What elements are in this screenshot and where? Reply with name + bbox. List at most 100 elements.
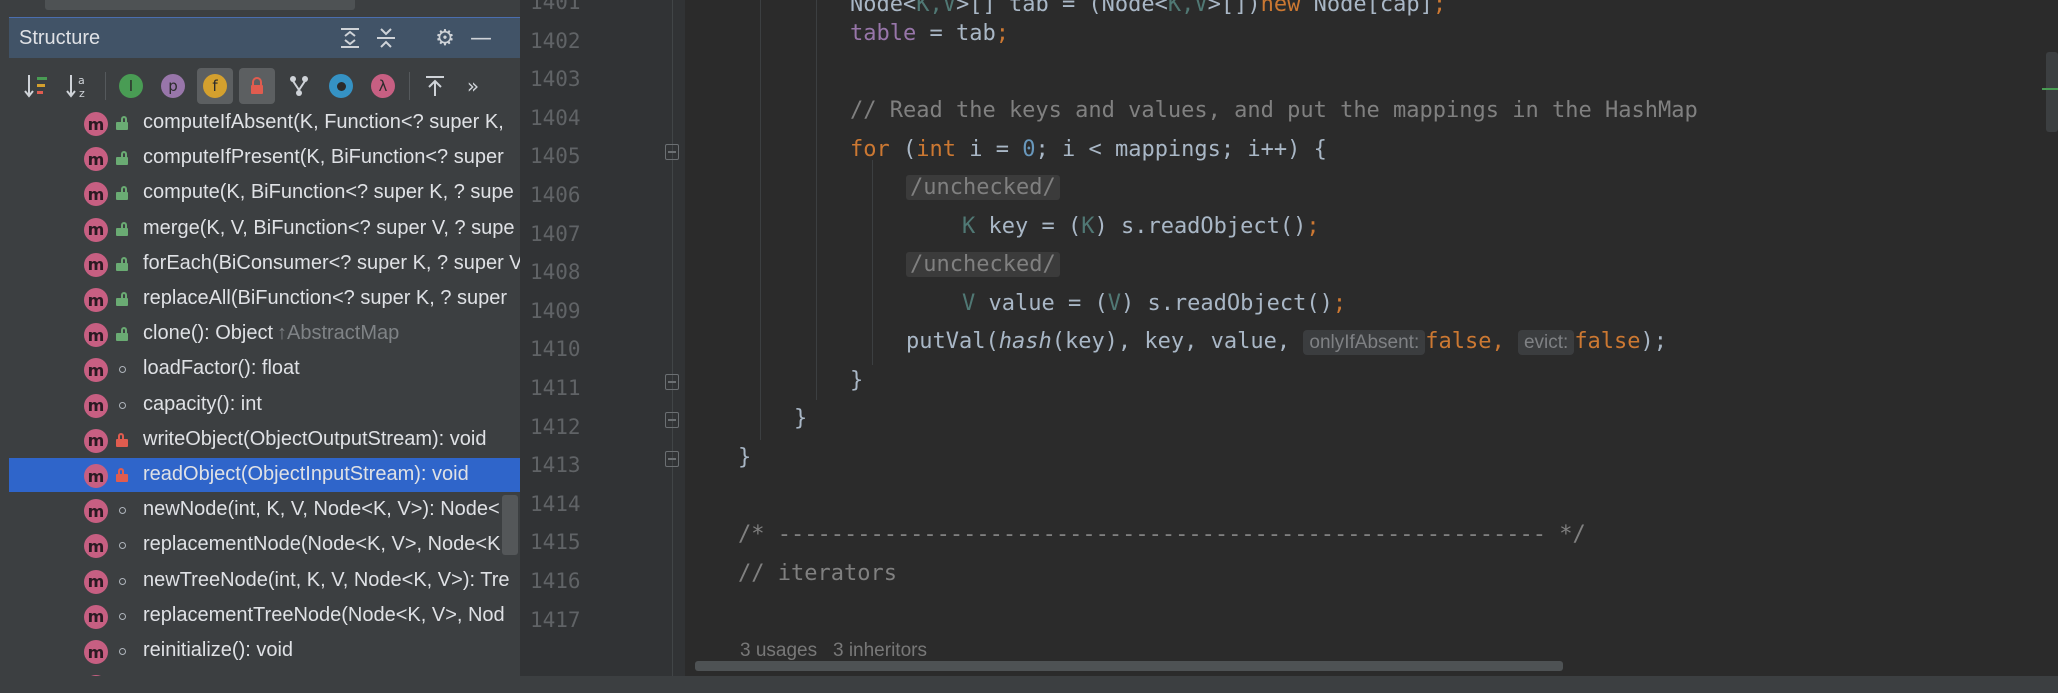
line-number: 1405 xyxy=(530,144,581,169)
code-line-1415: /* -------------------------------------… xyxy=(738,522,1586,547)
svg-text:z: z xyxy=(79,87,85,99)
show-fields-icon[interactable]: f xyxy=(197,68,233,104)
horizontal-scrollbar[interactable] xyxy=(685,661,2058,671)
indent-guide xyxy=(872,160,873,365)
show-lambdas-icon[interactable]: λ xyxy=(365,68,401,104)
change-marker xyxy=(2042,88,2058,90)
structure-item[interactable]: m replacementNode(Node<K, V>, Node<K xyxy=(9,528,520,562)
structure-item[interactable]: m capacity(): int xyxy=(9,388,520,422)
sort-by-visibility-icon[interactable] xyxy=(19,68,55,104)
public-lock-icon xyxy=(115,292,129,306)
structure-item-label: computeIfAbsent(K, Function<? super K, xyxy=(143,111,504,133)
line-number: 1412 xyxy=(530,414,581,439)
public-lock-icon xyxy=(115,151,129,166)
indent-guide xyxy=(816,0,817,400)
panel-top-scrollbar[interactable] xyxy=(0,0,520,12)
structure-item-label: newTreeNode(int, K, V, Node<K, V>): Tre xyxy=(143,568,510,591)
show-properties-icon[interactable]: p xyxy=(155,68,191,104)
method-icon: m xyxy=(84,428,108,453)
structure-item[interactable]: m replaceAll(BiFunction<? super K, ? supe… xyxy=(9,282,520,316)
code-line-1402: table = tab; xyxy=(850,21,1009,46)
method-icon: m xyxy=(84,147,108,172)
code-line-1416: // iterators xyxy=(738,561,897,586)
package-private-icon xyxy=(115,609,129,623)
fold-marker[interactable] xyxy=(665,412,679,428)
toolbar-separator xyxy=(409,72,410,100)
structure-item-label: clone(): Object xyxy=(143,322,274,345)
structure-panel: Structure ⚙ — az I p f λ » m computeIfAb… xyxy=(0,0,520,693)
vertical-scrollbar-thumb[interactable] xyxy=(2046,52,2058,132)
fold-marker[interactable] xyxy=(665,374,679,390)
public-lock-icon xyxy=(115,186,129,201)
method-icon: m xyxy=(84,534,108,559)
line-number: 1402 xyxy=(530,28,581,53)
more-icon[interactable]: » xyxy=(455,68,491,104)
code-line-1406: /unchecked/ xyxy=(906,175,1060,200)
usages-link[interactable]: 3 usages xyxy=(740,640,817,661)
method-icon: m xyxy=(84,604,108,629)
structure-item[interactable]: m compute(K, BiFunction<? super K, ? supe xyxy=(9,176,520,210)
structure-item[interactable]: m computeIfPresent(K, BiFunction<? super xyxy=(9,141,520,175)
line-number: 1413 xyxy=(530,453,581,478)
structure-item[interactable]: m forEach(BiConsumer<? super K, ? super V xyxy=(9,247,520,281)
scrollbar-thumb[interactable] xyxy=(45,0,355,10)
structure-item[interactable]: m reinitialize(): void xyxy=(9,634,520,668)
structure-item-label: reinitialize(): void xyxy=(143,639,294,661)
indent-guide xyxy=(760,0,761,440)
public-lock-icon xyxy=(115,327,129,342)
line-number: 1404 xyxy=(530,105,581,130)
public-lock-icon xyxy=(115,116,129,130)
line-number: 1409 xyxy=(530,298,581,323)
structure-item-label: writeObject(ObjectOutputStream): void xyxy=(143,427,487,450)
structure-item[interactable]: m readObject(ObjectInputStream): void xyxy=(9,458,520,492)
structure-item[interactable]: m merge(K, V, BiFunction<? super V, ? sup… xyxy=(9,212,520,246)
code-vision-hints[interactable]: 3 usages 3 inheritors xyxy=(740,640,927,662)
package-private-icon xyxy=(115,398,129,412)
line-number: 1408 xyxy=(530,260,581,285)
fold-marker[interactable] xyxy=(665,144,679,160)
structure-header: Structure ⚙ — xyxy=(9,17,520,58)
line-number: 1410 xyxy=(530,337,581,362)
structure-item[interactable]: m writeObject(ObjectOutputStream): void xyxy=(9,423,520,457)
method-icon: m xyxy=(84,464,108,488)
sort-alphabetically-icon[interactable]: az xyxy=(61,68,97,104)
line-number: 1415 xyxy=(530,530,581,555)
fold-guide-line xyxy=(672,0,673,693)
private-lock-icon xyxy=(115,468,129,482)
show-hierarchy-icon[interactable] xyxy=(281,68,317,104)
expand-all-icon[interactable] xyxy=(334,22,366,54)
structure-item-label: compute(K, BiFunction<? super K, ? supe xyxy=(143,181,514,204)
show-anonymous-icon[interactable] xyxy=(323,68,359,104)
show-inherited-icon[interactable]: I xyxy=(113,68,149,104)
structure-toolbar: az I p f λ » xyxy=(9,64,520,108)
line-number: 1417 xyxy=(530,607,581,632)
fold-marker[interactable] xyxy=(665,451,679,467)
structure-item[interactable]: m computeIfAbsent(K, Function<? super K, xyxy=(9,108,520,140)
collapse-all-icon[interactable] xyxy=(370,22,402,54)
line-number: 1414 xyxy=(530,491,581,516)
line-number: 1401 xyxy=(530,0,581,14)
structure-item[interactable]: m newNode(int, K, V, Node<K, V>): Node< xyxy=(9,493,520,527)
param-hint-onlyIfAbsent: onlyIfAbsent: xyxy=(1303,330,1426,355)
structure-item[interactable]: m newTreeNode(int, K, V, Node<K, V>): Tre xyxy=(9,564,520,598)
method-icon: m xyxy=(84,252,108,277)
code-line-1407: K key = (K) s.readObject(); xyxy=(962,214,1320,239)
autoscroll-to-source-icon[interactable] xyxy=(417,68,453,104)
scrollbar-thumb[interactable] xyxy=(695,661,1563,671)
method-icon: m xyxy=(84,112,108,136)
structure-item-label: merge(K, V, BiFunction<? super V, ? supe xyxy=(143,216,515,239)
code-line-1410: putVal(hash(key), key, value, onlyIfAbse… xyxy=(906,329,1668,355)
code-editor[interactable]: 1401 1402 1403 1404 1405 1406 1407 1408 1409 1410… xyxy=(520,0,2058,693)
method-icon: m xyxy=(84,640,108,664)
package-private-icon xyxy=(115,362,129,376)
inheritors-link[interactable]: 3 inheritors xyxy=(833,640,927,661)
tree-scrollbar-thumb[interactable] xyxy=(502,495,518,555)
minimize-icon[interactable]: — xyxy=(465,22,497,54)
line-number: 1416 xyxy=(530,569,581,593)
show-non-public-icon[interactable] xyxy=(239,68,275,104)
structure-item[interactable]: m replacementTreeNode(Node<K, V>, Nod xyxy=(9,599,520,633)
structure-item[interactable]: m loadFactor(): float xyxy=(9,352,520,386)
gear-icon[interactable]: ⚙ xyxy=(429,22,461,54)
method-icon: m xyxy=(84,393,108,418)
structure-item[interactable]: m clone(): Object ↑AbstractMap xyxy=(9,317,520,351)
